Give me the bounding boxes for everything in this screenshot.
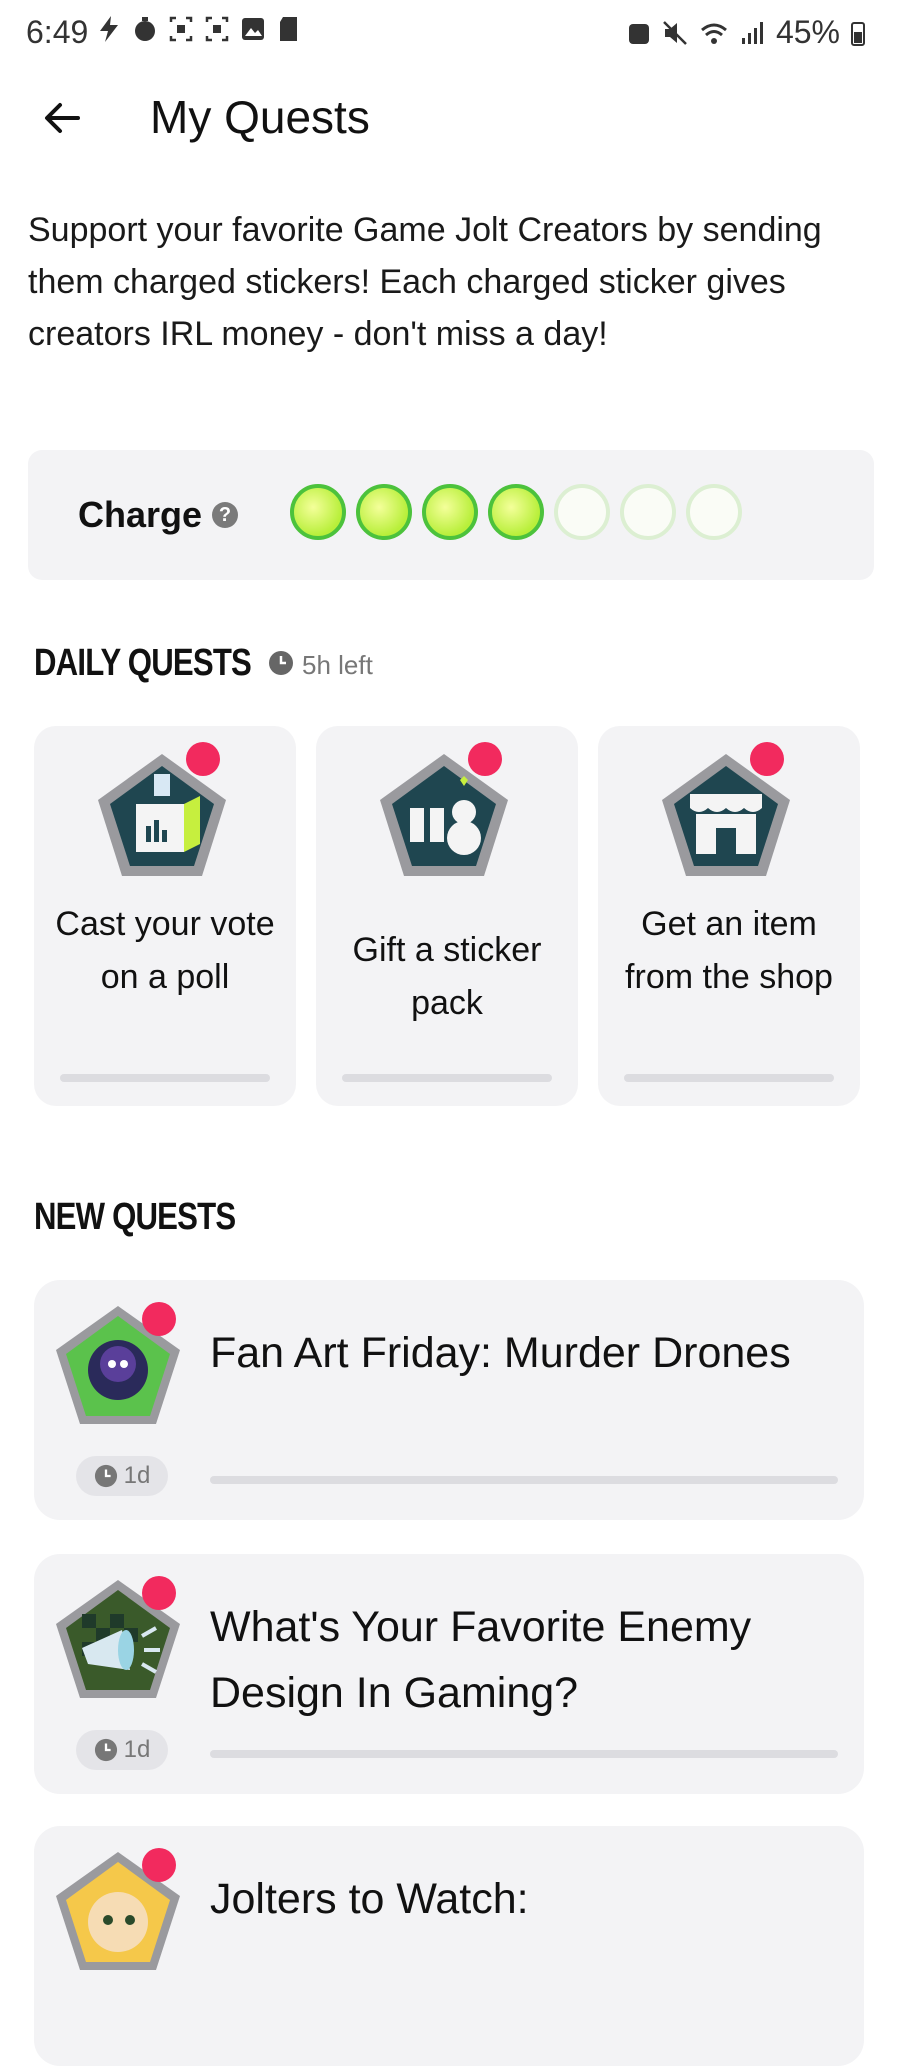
quest-time: 1d	[123, 1736, 151, 1763]
quest-progress-bar	[624, 1074, 834, 1082]
charge-orb-empty	[686, 484, 742, 540]
new-quest-title: Jolters to Watch:	[210, 1875, 529, 1923]
battery-icon	[851, 21, 865, 46]
quest-time: 1d	[123, 1462, 151, 1489]
daily-quest-title: Get an item from the shop	[625, 905, 833, 996]
quest-time-badge: 1d	[76, 1456, 168, 1496]
daily-quest-card[interactable]: Gift a sticker pack	[316, 726, 578, 1106]
clock-icon	[94, 1738, 117, 1762]
unread-dot	[186, 742, 220, 776]
unread-dot	[142, 1576, 176, 1610]
clock-icon	[269, 651, 293, 675]
charge-orb-filled	[356, 484, 412, 540]
daily-quest-title: Cast your vote on a poll	[55, 905, 275, 996]
status-time: 6:49	[26, 14, 89, 50]
daily-quests-heading: DAILY QUESTS	[34, 642, 252, 684]
unread-dot	[142, 1848, 176, 1882]
stopwatch-icon	[135, 17, 155, 41]
new-quest-card[interactable]: What's Your Favorite Enemy Design In Gam…	[34, 1554, 864, 1794]
unread-dot	[750, 742, 784, 776]
status-left-icons	[96, 14, 302, 44]
quest-progress-bar	[60, 1074, 270, 1082]
nfc-lock-icon	[628, 23, 649, 44]
quest-progress-bar	[342, 1074, 552, 1082]
screen-capture-icon	[169, 16, 193, 42]
daily-quest-card[interactable]: Cast your vote on a poll	[34, 726, 296, 1106]
daily-quest-card[interactable]: Get an item from the shop	[598, 726, 860, 1106]
charge-meter	[290, 484, 742, 540]
flash-icon	[100, 16, 118, 42]
status-right-icons: 45%	[626, 14, 866, 51]
charge-orb-empty	[620, 484, 676, 540]
new-quest-card[interactable]: Fan Art Friday: Murder Drones 1d	[34, 1280, 864, 1520]
wifi-icon	[700, 23, 727, 44]
quest-time-badge: 1d	[76, 1730, 168, 1770]
intro-text: Support your favorite Game Jolt Creators…	[28, 211, 822, 353]
new-quests-heading: NEW QUESTS	[34, 1196, 236, 1238]
charge-label: Charge	[78, 494, 203, 535]
back-arrow-icon[interactable]	[38, 94, 86, 142]
charge-orb-filled	[488, 484, 544, 540]
charge-orb-empty	[554, 484, 610, 540]
help-icon[interactable]: ?	[212, 502, 238, 528]
image-icon	[242, 18, 264, 40]
new-quest-card[interactable]: Jolters to Watch:	[34, 1826, 864, 2066]
battery-percent: 45%	[775, 14, 840, 50]
page-title: My Quests	[150, 91, 370, 143]
mute-icon	[663, 20, 687, 45]
unread-dot	[142, 1302, 176, 1336]
signal-icon	[741, 21, 763, 44]
quest-progress-bar	[210, 1476, 838, 1484]
sd-card-icon	[280, 17, 297, 41]
status-bar: 6:49 45%	[0, 0, 900, 64]
new-quest-title: What's Your Favorite Enemy Design In Gam…	[210, 1603, 752, 1717]
clock-icon	[94, 1464, 117, 1488]
daily-quest-title: Gift a sticker pack	[352, 931, 542, 1022]
charge-orb-filled	[290, 484, 346, 540]
unread-dot	[468, 742, 502, 776]
screen-capture-icon-2	[205, 16, 229, 42]
daily-time-left: 5h left	[302, 650, 373, 680]
new-quest-title: Fan Art Friday: Murder Drones	[210, 1329, 791, 1377]
quest-progress-bar	[210, 1750, 838, 1758]
charge-orb-filled	[422, 484, 478, 540]
